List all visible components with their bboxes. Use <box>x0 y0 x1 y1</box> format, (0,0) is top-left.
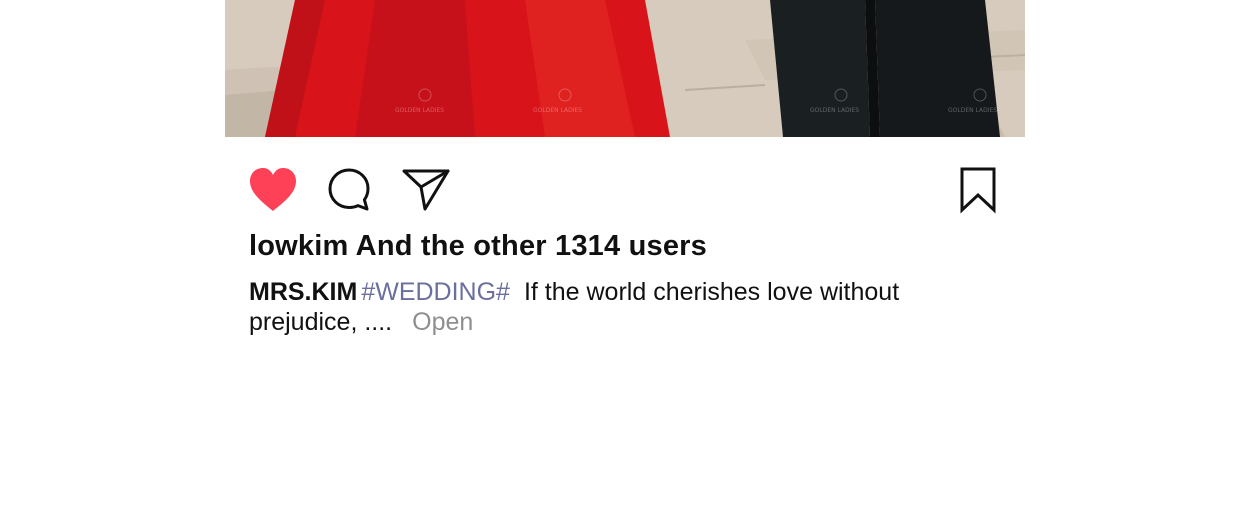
comment-button[interactable] <box>325 160 373 220</box>
photo-watermark: GOLDEN LADIES <box>533 107 582 114</box>
open-caption-link[interactable]: Open <box>412 308 473 336</box>
caption-hashtag[interactable]: #WEDDING# <box>361 278 510 306</box>
bookmark-icon <box>960 167 996 214</box>
share-button[interactable] <box>399 160 453 220</box>
photo-watermark: GOLDEN LADIES <box>948 107 997 114</box>
comment-icon <box>328 168 370 211</box>
photo-watermark: GOLDEN LADIES <box>395 107 444 114</box>
post-photo[interactable]: GOLDEN LADIES GOLDEN LADIES GOLDEN LADIE… <box>225 0 1025 137</box>
photo-watermark: GOLDEN LADIES <box>810 107 859 114</box>
save-button[interactable] <box>955 160 1001 220</box>
caption-author[interactable]: MRS.KIM <box>249 278 357 306</box>
like-button[interactable] <box>247 160 299 220</box>
heart-icon <box>250 168 296 211</box>
post-caption: MRS.KIM #WEDDING# If the world cherishes l… <box>249 277 939 337</box>
wedding-photo-illustration: GOLDEN LADIES GOLDEN LADIES GOLDEN LADIE… <box>225 0 1025 137</box>
post-action-bar <box>225 160 1025 220</box>
send-icon <box>402 169 450 211</box>
likes-summary[interactable]: lowkim And the other 1314 users <box>249 230 707 263</box>
feed-post: GOLDEN LADIES GOLDEN LADIES GOLDEN LADIE… <box>225 0 1025 513</box>
